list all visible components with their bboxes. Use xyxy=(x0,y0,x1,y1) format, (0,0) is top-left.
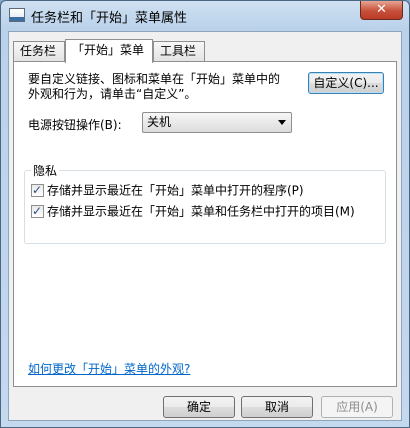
recent-items-option[interactable]: ✓ 存储并显示最近在「开始」菜单和任务栏中打开的项目(M) xyxy=(31,204,355,220)
power-button-select[interactable]: 关机 xyxy=(142,112,292,133)
power-button-value: 关机 xyxy=(147,115,172,129)
window-title: 任务栏和「开始」菜单属性 xyxy=(31,11,188,26)
taskbar-icon xyxy=(9,8,25,22)
recent-programs-option[interactable]: ✓ 存储并显示最近在「开始」菜单中打开的程序(P) xyxy=(31,183,304,199)
tab-toolbars[interactable]: 工具栏 xyxy=(153,41,205,61)
power-button-label: 电源按钮操作(B): xyxy=(28,118,122,132)
chevron-down-icon xyxy=(278,120,286,125)
recent-programs-checkbox[interactable]: ✓ xyxy=(31,183,44,197)
title-bar[interactable]: 任务栏和「开始」菜单属性 ✕ xyxy=(1,1,409,31)
close-button[interactable]: ✕ xyxy=(360,1,403,20)
customize-description: 要自定义链接、图标和菜单在「开始」菜单中的 外观和行为，请单击“自定义”。 xyxy=(28,72,298,102)
checkmark-icon: ✓ xyxy=(32,183,43,197)
dialog-client: 任务栏 「开始」菜单 工具栏 要自定义链接、图标和菜单在「开始」菜单中的 外观和… xyxy=(8,31,402,421)
help-link[interactable]: 如何更改「开始」菜单的外观? xyxy=(28,360,190,377)
properties-window: 任务栏和「开始」菜单属性 ✕ 任务栏 「开始」菜单 工具栏 要自定义链接、图标和… xyxy=(0,0,410,428)
checkmark-icon: ✓ xyxy=(32,204,43,218)
start-menu-panel: 要自定义链接、图标和菜单在「开始」菜单中的 外观和行为，请单击“自定义”。 自定… xyxy=(13,61,397,387)
description-line-1: 要自定义链接、图标和菜单在「开始」菜单中的 xyxy=(28,72,281,86)
apply-button[interactable]: 应用(A) xyxy=(321,396,393,418)
recent-items-label: 存储并显示最近在「开始」菜单和任务栏中打开的项目(M) xyxy=(47,204,355,219)
privacy-group: 隐私 ✓ 存储并显示最近在「开始」菜单中打开的程序(P) ✓ 存储并显示最近在「开始… xyxy=(24,162,386,244)
description-line-2: 外观和行为，请单击“自定义”。 xyxy=(28,87,197,101)
privacy-group-title: 隐私 xyxy=(31,162,60,179)
recent-items-checkbox[interactable]: ✓ xyxy=(31,204,44,218)
tab-taskbar[interactable]: 任务栏 xyxy=(13,41,65,61)
customize-button[interactable]: 自定义(C)... xyxy=(308,72,384,94)
recent-programs-label: 存储并显示最近在「开始」菜单中打开的程序(P) xyxy=(47,183,304,198)
cancel-button[interactable]: 取消 xyxy=(241,396,313,418)
tab-start-menu[interactable]: 「开始」菜单 xyxy=(65,39,153,63)
ok-button[interactable]: 确定 xyxy=(163,396,235,418)
